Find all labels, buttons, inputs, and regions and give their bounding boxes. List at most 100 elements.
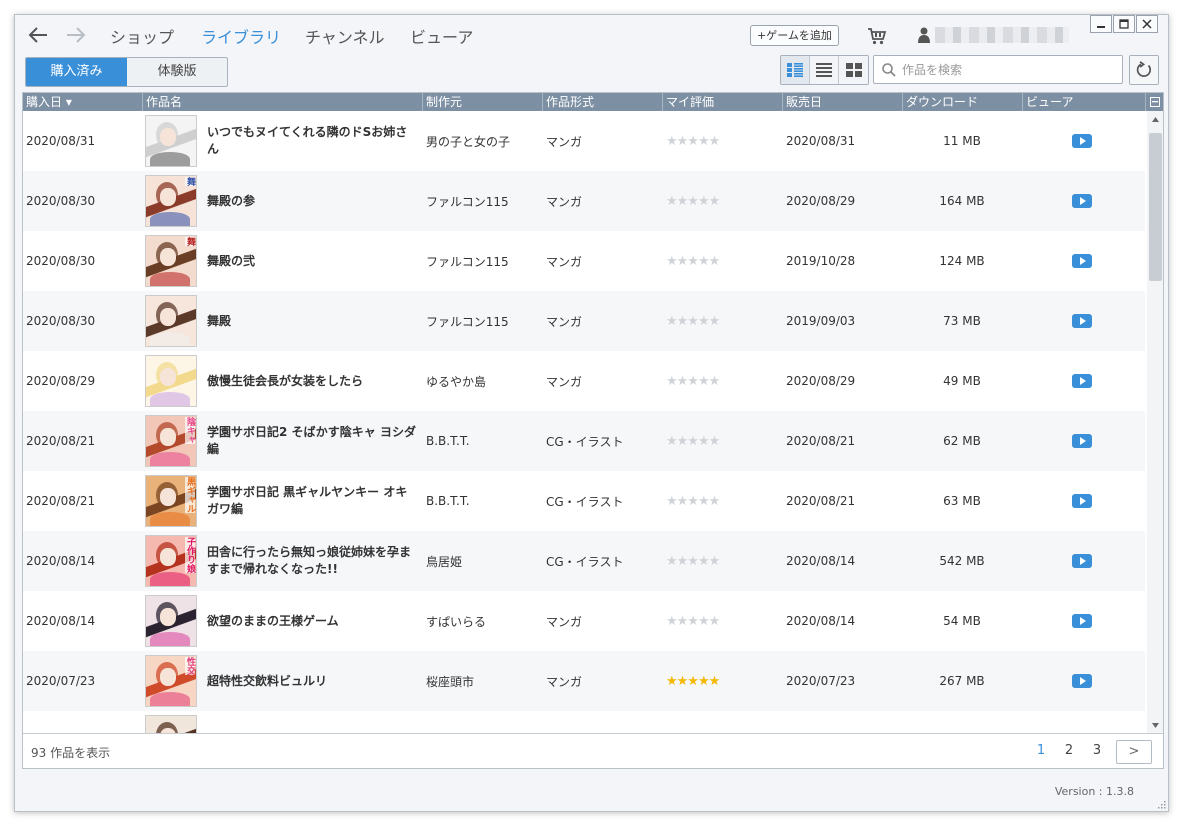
page-3[interactable]: 3	[1083, 743, 1111, 758]
thumbnail[interactable]: 舞	[145, 235, 197, 287]
search-input[interactable]	[902, 60, 1112, 80]
title-cell[interactable]: 超特性交飲料ビュルリ	[207, 651, 419, 711]
page-2[interactable]: 2	[1055, 743, 1083, 758]
play-button[interactable]	[1072, 314, 1092, 328]
maker-cell[interactable]: ファルコン115	[426, 171, 509, 231]
title-cell[interactable]: 学園サボ日記2 そばかす陰キャ ヨシダ編	[207, 411, 419, 471]
table-row[interactable]: 2020/08/21 陰キャ 学園サボ日記2 そばかす陰キャ ヨシダ編 B.B.…	[23, 411, 1145, 471]
maker-cell[interactable]: ゆるやか島	[426, 351, 486, 411]
play-button[interactable]	[1072, 554, 1092, 568]
table-row[interactable]: 2020/08/30 舞 舞殿の参 ファルコン115 マンガ ★★★★★ 202…	[23, 171, 1145, 231]
table-row[interactable]: 2020/08/31 いつでもヌイてくれる隣のドSお姉さん 男の子と女の子 マン…	[23, 111, 1145, 171]
scrollbar-thumb[interactable]	[1149, 133, 1162, 281]
maker-cell[interactable]: ファルコン115	[426, 231, 509, 291]
close-button[interactable]	[1136, 15, 1158, 33]
play-button[interactable]	[1072, 614, 1092, 628]
play-button[interactable]	[1072, 674, 1092, 688]
minimize-button[interactable]	[1090, 15, 1112, 33]
filter-purchased[interactable]: 購入済み	[26, 58, 127, 86]
play-button[interactable]	[1072, 194, 1092, 208]
table-row[interactable]: 2020/08/29 傲慢生徒会長が女装をしたら ゆるやか島 マンガ ★★★★★…	[23, 351, 1145, 411]
col-rating[interactable]: マイ評価	[662, 93, 782, 111]
page-1[interactable]: 1	[1027, 743, 1055, 758]
scroll-up-button[interactable]	[1147, 111, 1163, 127]
table-row[interactable]: 2020/08/30 舞殿 ファルコン115 マンガ ★★★★★ 2019/09…	[23, 291, 1145, 351]
title-cell[interactable]: 舞殿の参	[207, 171, 419, 231]
play-button[interactable]	[1072, 254, 1092, 268]
thumbnail[interactable]	[145, 715, 197, 733]
thumbnail[interactable]	[145, 115, 197, 167]
title-cell[interactable]: 田舎に行ったら無知っ娘従姉妹を孕ますまで帰れなくなった!!	[207, 531, 419, 591]
col-release[interactable]: 販売日	[782, 93, 902, 111]
view-grid-button[interactable]	[839, 56, 868, 84]
forward-button[interactable]	[64, 23, 88, 47]
table-row[interactable]: 2020/07/23 性交 超特性交飲料ビュルリ 桜座頭市 マンガ ★★★★★ …	[23, 651, 1145, 711]
maker-cell[interactable]: 男の子と女の子	[426, 111, 510, 171]
col-format[interactable]: 作品形式	[542, 93, 662, 111]
thumbnail[interactable]: 性交	[145, 655, 197, 707]
rating-stars[interactable]: ★★★★★	[666, 171, 720, 231]
rating-stars[interactable]: ★★★★★	[666, 471, 720, 531]
title-cell[interactable]: 毎朝、ボクの頭を休憩所にしてくるお	[207, 711, 419, 733]
title-cell[interactable]: いつでもヌイてくれる隣のドSお姉さん	[207, 111, 419, 171]
col-maker[interactable]: 制作元	[422, 93, 542, 111]
view-list-button[interactable]	[810, 56, 839, 84]
rating-stars[interactable]: ★★★★★	[666, 111, 720, 171]
view-detail-list-button[interactable]	[781, 56, 810, 84]
rating-stars[interactable]: ★★★★★	[666, 651, 720, 711]
rating-stars[interactable]: ★★★★★	[666, 231, 720, 291]
maker-cell[interactable]: 鳥居姫	[426, 531, 462, 591]
rating-stars[interactable]: ★★★★★	[666, 291, 720, 351]
vertical-scrollbar[interactable]	[1147, 111, 1163, 733]
title-cell[interactable]: 舞殿の弐	[207, 231, 419, 291]
maker-cell[interactable]: ファルコン115	[426, 291, 509, 351]
thumbnail[interactable]: 陰キャ	[145, 415, 197, 467]
title-cell[interactable]: 欲望のままの王様ゲーム	[207, 591, 419, 651]
tab-library[interactable]: ライブラリ	[201, 24, 281, 48]
maker-cell[interactable]: B.B.T.T.	[426, 411, 470, 471]
cart-button[interactable]	[867, 26, 887, 46]
maximize-button[interactable]	[1113, 15, 1135, 33]
table-row[interactable]: 2020/08/30 舞 舞殿の弐 ファルコン115 マンガ ★★★★★ 201…	[23, 231, 1145, 291]
rating-stars[interactable]: ★★★★★	[666, 531, 720, 591]
table-row[interactable]: 2020/08/14 子作り娘 田舎に行ったら無知っ娘従姉妹を孕ますまで帰れなく…	[23, 531, 1145, 591]
table-row[interactable]: 2020/08/14 欲望のままの王様ゲーム すぱいらる マンガ ★★★★★ 2…	[23, 591, 1145, 651]
thumbnail[interactable]	[145, 595, 197, 647]
play-button[interactable]	[1072, 374, 1092, 388]
tab-channel[interactable]: チャンネル	[305, 24, 385, 48]
rating-stars[interactable]: ★★★★★	[666, 411, 720, 471]
thumbnail[interactable]	[145, 355, 197, 407]
rating-stars[interactable]: ★★★★★	[666, 591, 720, 651]
col-title[interactable]: 作品名	[142, 93, 422, 111]
title-cell[interactable]: 学園サボ日記 黒ギャルヤンキー オキガワ編	[207, 471, 419, 531]
resize-grip-icon[interactable]	[1156, 799, 1166, 809]
col-download[interactable]: ダウンロード	[902, 93, 1022, 111]
back-button[interactable]	[26, 23, 50, 47]
table-row[interactable]: 2020/08/21 黒ギャル 学園サボ日記 黒ギャルヤンキー オキガワ編 B.…	[23, 471, 1145, 531]
col-viewer[interactable]: ビューア	[1022, 93, 1145, 111]
maker-cell[interactable]: 桜座頭市	[426, 651, 474, 711]
maker-cell[interactable]: B.B.T.T.	[426, 471, 470, 531]
title-cell[interactable]: 傲慢生徒会長が女装をしたら	[207, 351, 419, 411]
username-blurred[interactable]	[935, 27, 1069, 43]
add-game-button[interactable]: +ゲームを追加	[750, 25, 839, 46]
column-settings-button[interactable]	[1145, 93, 1163, 111]
col-purchase-date[interactable]: 購入日 ▾	[23, 93, 142, 111]
thumbnail[interactable]	[145, 295, 197, 347]
maker-cell[interactable]: すぱいらる	[426, 591, 486, 651]
table-row[interactable]: 毎朝、ボクの頭を休憩所にしてくるお	[23, 711, 1145, 733]
play-button[interactable]	[1072, 434, 1092, 448]
tab-shop[interactable]: ショップ	[110, 24, 174, 48]
scroll-down-button[interactable]	[1147, 717, 1163, 733]
thumbnail[interactable]: 黒ギャル	[145, 475, 197, 527]
rating-stars[interactable]: ★★★★★	[666, 351, 720, 411]
thumbnail[interactable]: 子作り娘	[145, 535, 197, 587]
thumbnail[interactable]: 舞	[145, 175, 197, 227]
filter-trial[interactable]: 体験版	[127, 58, 227, 86]
refresh-button[interactable]	[1129, 55, 1159, 85]
title-cell[interactable]: 舞殿	[207, 291, 419, 351]
play-button[interactable]	[1072, 494, 1092, 508]
play-button[interactable]	[1072, 134, 1092, 148]
tab-viewer[interactable]: ビューア	[410, 24, 473, 48]
next-page-button[interactable]: >	[1116, 740, 1152, 764]
